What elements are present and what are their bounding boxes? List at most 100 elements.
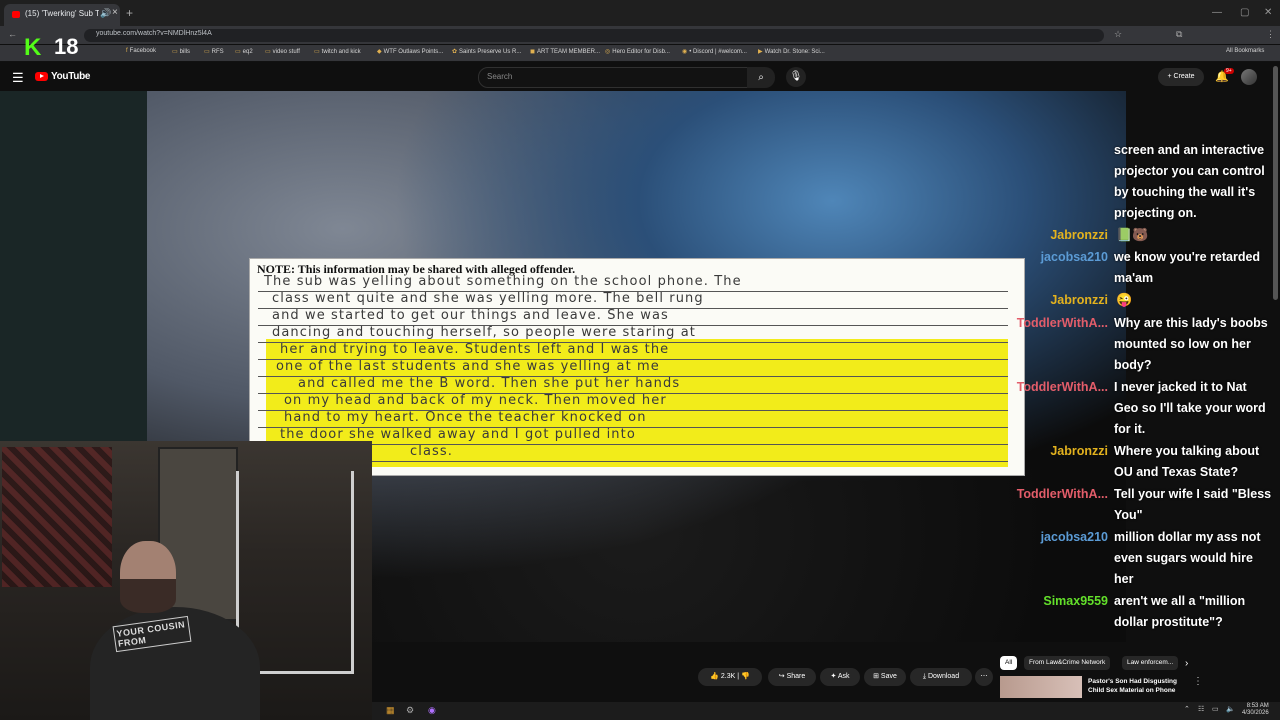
mic-button[interactable]: 🎙 bbox=[786, 67, 806, 87]
kick-logo: K bbox=[24, 34, 42, 61]
chat-message-text: aren't we all a "million dollar prostitu… bbox=[1114, 594, 1246, 629]
chat-username: ToddlerWithA... bbox=[1016, 380, 1108, 394]
chat-username: ToddlerWithA... bbox=[1016, 316, 1108, 330]
bookmark-item[interactable]: ◆ WTF Outlaws Points... bbox=[377, 48, 443, 55]
recommended-menu-icon[interactable]: ⋮ bbox=[1193, 676, 1203, 687]
handwriting-line: and called me the B word. Then she put h… bbox=[298, 376, 681, 391]
notification-badge: 9+ bbox=[1224, 68, 1234, 74]
handwriting-line: The sub was yelling about something on t… bbox=[264, 274, 742, 289]
chip-law-enforcement[interactable]: Law enforcem... bbox=[1122, 656, 1179, 670]
chat-username: jacobsa210 bbox=[1040, 530, 1108, 544]
taskbar-app-icon[interactable]: ▦ bbox=[386, 705, 395, 716]
chat-username: Jabronzzi bbox=[1050, 293, 1108, 307]
bookmark-item[interactable]: ▶ Watch Dr. Stone: Sci... bbox=[758, 48, 825, 55]
handwriting-line: her and trying to leave. Students left a… bbox=[280, 342, 670, 357]
back-icon[interactable]: ← bbox=[8, 29, 17, 39]
close-tab-icon[interactable]: × bbox=[112, 7, 118, 18]
streamer: YOUR COUSIN FROM bbox=[90, 541, 260, 720]
recommended-title[interactable]: Pastor's Son Had Disgusting Child Sex Ma… bbox=[1088, 677, 1188, 695]
star-icon[interactable]: ☆ bbox=[1114, 29, 1122, 40]
chat-message-text: I never jacked it to Nat Geo so I'll tak… bbox=[1114, 380, 1266, 436]
like-button[interactable]: 👍 2.3K | 👎 bbox=[698, 668, 762, 686]
taskbar-settings-icon[interactable]: ⚙ bbox=[406, 705, 414, 716]
webcam-overlay: YOUR COUSIN FROM bbox=[0, 441, 372, 720]
address-bar[interactable]: youtube.com/watch?v=NMDlHnz5l4A bbox=[84, 29, 1104, 42]
chat-message-text: Why are this lady's boobs mounted so low… bbox=[1114, 316, 1268, 372]
download-button[interactable]: ⤓ Download bbox=[910, 668, 972, 686]
minimize-icon[interactable]: — bbox=[1212, 7, 1222, 18]
tab-title: (15) 'Twerking' Sub Teacher bbox=[25, 9, 99, 18]
chat-username: Jabronzzi bbox=[1050, 228, 1108, 242]
speaker-icon[interactable]: 🔊 bbox=[100, 8, 111, 19]
mic-icon: 🎙 bbox=[789, 71, 803, 82]
download-icon: ⤓ bbox=[922, 673, 926, 680]
chip-from-channel[interactable]: From Law&Crime Network bbox=[1024, 656, 1111, 670]
tray-chevron-icon[interactable]: ⌃ bbox=[1184, 705, 1190, 713]
handwriting-line: one of the last students and she was yel… bbox=[276, 359, 660, 374]
menu-kebab-icon[interactable]: ⋮ bbox=[1266, 29, 1275, 40]
bookmark-item[interactable]: ◎ Hero Editor for Disb... bbox=[605, 48, 670, 55]
chat-username: jacobsa210 bbox=[1040, 250, 1108, 264]
bookmark-item[interactable]: ▭ twitch and kick bbox=[314, 48, 361, 55]
bookmark-item[interactable]: ◼ ART TEAM MEMBER... bbox=[530, 48, 600, 55]
taskbar bbox=[372, 702, 1280, 720]
youtube-brand[interactable]: YouTube bbox=[51, 71, 91, 82]
chat-username: Jabronzzi bbox=[1050, 444, 1108, 458]
extensions-icon[interactable]: ⧉ bbox=[1176, 29, 1182, 40]
url-text: youtube.com/watch?v=NMDlHnz5l4A bbox=[96, 30, 212, 37]
kick-viewer-count: 18 bbox=[54, 34, 79, 59]
more-actions-button[interactable]: ⋯ bbox=[975, 668, 993, 686]
sparkle-icon: ✦ bbox=[830, 673, 837, 680]
window-close-icon[interactable]: ✕ bbox=[1264, 7, 1272, 18]
youtube-favicon-icon bbox=[12, 11, 20, 18]
tray-wifi-icon[interactable]: ☷ bbox=[1198, 705, 1204, 713]
bookmark-item[interactable]: ◉ • Discord | #welcom... bbox=[682, 48, 747, 55]
handwriting-line: dancing and touching herself, so people … bbox=[272, 325, 697, 340]
bookmark-icon: ⊞ bbox=[873, 673, 879, 680]
bookmark-item[interactable]: ▭ RFS bbox=[204, 48, 224, 55]
all-bookmarks[interactable]: All Bookmarks bbox=[1226, 48, 1264, 54]
new-tab-icon[interactable]: + bbox=[126, 6, 133, 20]
handwriting-line: the door she walked away and I got pulle… bbox=[280, 427, 636, 442]
tray-monitor-icon[interactable]: ▭ bbox=[1212, 705, 1219, 713]
bookmark-item[interactable]: f Facebook bbox=[126, 48, 156, 54]
chevron-right-icon[interactable]: › bbox=[1185, 658, 1188, 669]
save-button[interactable]: ⊞ Save bbox=[864, 668, 906, 686]
hamburger-menu-icon[interactable]: ☰ bbox=[12, 70, 24, 86]
chat-message-text: we know you're retarded ma'am bbox=[1114, 250, 1261, 285]
chat-message-text: million dollar my ass not even sugars wo… bbox=[1114, 530, 1261, 586]
more-icon: ⋯ bbox=[980, 673, 988, 680]
tab-youtube[interactable]: (15) 'Twerking' Sub Teacher 🔊 × bbox=[4, 4, 120, 26]
chat-message-text: screen and an interactive projector you … bbox=[1114, 143, 1265, 220]
chat-message-text: Where you talking about OU and Texas Sta… bbox=[1114, 444, 1260, 479]
bookmark-item[interactable]: ▭ eq2 bbox=[235, 48, 253, 55]
chip-all[interactable]: All bbox=[1000, 656, 1018, 670]
chat-emote: 😜 bbox=[1116, 292, 1133, 307]
thumbs-up-icon: 👍 bbox=[710, 673, 719, 680]
bookmark-item[interactable]: ✿ Saints Preserve Us R... bbox=[452, 48, 521, 55]
recommended-thumbnail[interactable] bbox=[1000, 676, 1082, 698]
tray-volume-icon[interactable]: 🔈 bbox=[1226, 705, 1235, 713]
chat-message-text: Tell your wife I said "Bless You" bbox=[1114, 487, 1272, 522]
bookmark-item[interactable]: ▭ bills bbox=[172, 48, 190, 55]
search-button[interactable]: ⌕ bbox=[747, 67, 775, 88]
create-button[interactable]: + Create bbox=[1158, 68, 1204, 86]
maximize-icon[interactable]: ▢ bbox=[1240, 7, 1249, 18]
handwriting-line: on my head and back of my neck. Then mov… bbox=[284, 393, 667, 408]
taskbar-app-icon[interactable]: ◉ bbox=[428, 705, 436, 716]
handwriting-line: class went quite and she was yelling mor… bbox=[272, 291, 704, 306]
share-button[interactable]: ↪ Share bbox=[768, 668, 816, 686]
search-input[interactable]: Search bbox=[478, 67, 748, 88]
chat-username: ToddlerWithA... bbox=[1016, 487, 1108, 501]
page-background bbox=[0, 91, 147, 441]
handwriting-line: class. bbox=[410, 444, 454, 459]
youtube-logo-icon[interactable] bbox=[35, 72, 48, 81]
search-icon: ⌕ bbox=[758, 72, 764, 83]
ask-button[interactable]: ✦ Ask bbox=[820, 668, 860, 686]
avatar[interactable] bbox=[1241, 69, 1257, 85]
chat-username: Simax9559 bbox=[1043, 594, 1108, 608]
bookmark-item[interactable]: ▭ video stuff bbox=[265, 48, 300, 55]
system-clock[interactable]: 8:53 AM 4/30/2026 bbox=[1242, 703, 1269, 717]
thumbs-down-icon[interactable]: | 👎 bbox=[737, 673, 749, 680]
tab-strip bbox=[0, 0, 1280, 26]
